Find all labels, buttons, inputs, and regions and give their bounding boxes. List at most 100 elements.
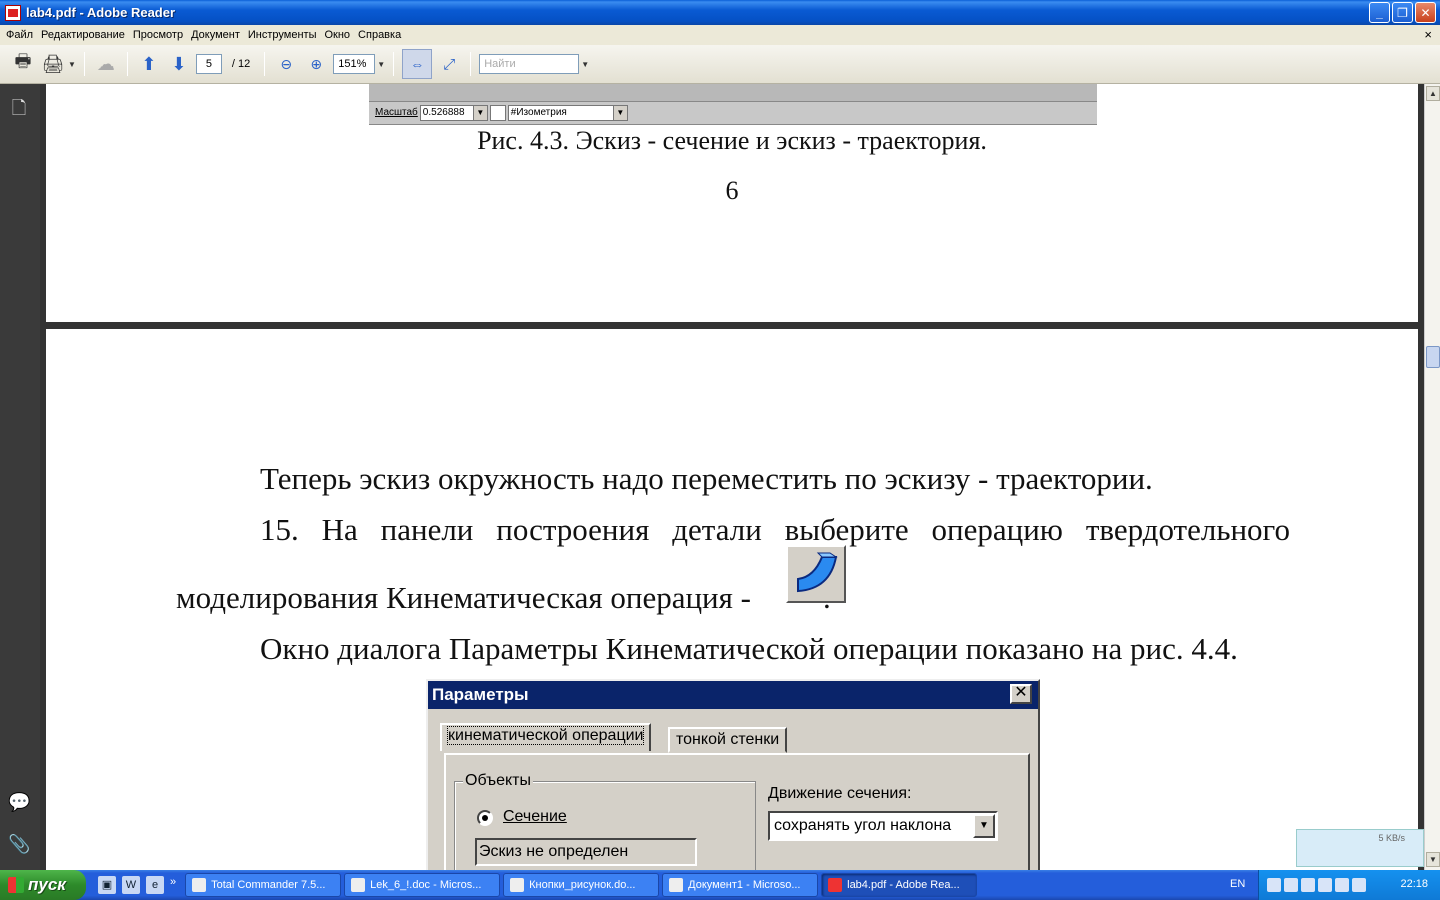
pdf-icon — [828, 878, 843, 892]
vertical-scrollbar[interactable]: ▲ ▼ — [1424, 84, 1440, 870]
chevron-down-icon: ▼ — [612, 105, 627, 120]
menu-window[interactable]: Окно — [322, 29, 356, 41]
task-word-lek[interactable]: Lek_6_!.doc - Micros... — [344, 873, 501, 897]
motion-label: Движение сечения: — [768, 785, 912, 802]
word: детали — [672, 512, 762, 547]
motion-combo: сохранять угол наклона ▼ — [768, 811, 998, 841]
word: твердотельного — [1085, 512, 1290, 547]
word: панели — [380, 512, 474, 547]
comments-icon[interactable]: 💬 — [8, 792, 30, 814]
task-word-knopki[interactable]: Кнопки_рисунок.do... — [503, 873, 660, 897]
word: 15. — [260, 512, 299, 547]
start-button[interactable]: пуск — [0, 870, 86, 900]
section-radio — [477, 810, 493, 826]
print-setup-icon[interactable]: 🖨 — [40, 51, 66, 77]
toolbar-separator — [83, 52, 85, 76]
antivirus-icon[interactable] — [1284, 878, 1298, 892]
fit-width-icon: ⇔ — [410, 56, 425, 72]
menu-document[interactable]: Документ — [189, 29, 246, 41]
fit-page-icon[interactable]: ⤢ — [436, 51, 462, 77]
dialog-title-text: Параметры — [432, 685, 529, 704]
pdf-page: Масштаб 0.526888 ▼ #Изометрия ▼ Рис. 4.3… — [46, 84, 1418, 322]
language-indicator[interactable]: EN — [1230, 878, 1245, 890]
zoom-dropdown-icon[interactable]: ▼ — [377, 60, 385, 69]
volume-icon[interactable] — [1318, 878, 1332, 892]
quick-launch-expand-icon[interactable]: » — [170, 876, 176, 894]
section-radio-label: Сечение — [503, 808, 567, 825]
scroll-thumb[interactable] — [1426, 346, 1440, 368]
network-speed: 5 KB/s — [1378, 833, 1405, 843]
menu-view[interactable]: Просмотр — [131, 29, 189, 41]
taskbar: пуск ▣ W e » Total Commander 7.5... Lek_… — [0, 870, 1440, 900]
toolbar: 🖶 🖨 ▼ ☁ ⬆ ⬇ 5 / 12 ⊖ ⊕ 151% ▼ ⇔ ⤢ Найти … — [0, 45, 1440, 84]
next-page-icon[interactable]: ⬇ — [166, 51, 192, 77]
print-icon[interactable]: 🖶 — [10, 51, 36, 77]
page-number-input[interactable]: 5 — [195, 54, 222, 74]
window-titlebar: lab4.pdf - Adobe Reader _ ❐ ✕ — [0, 0, 1440, 25]
figure-caption: Рис. 4.3. Эскиз - сечение и эскиз - трае… — [477, 126, 987, 155]
close-icon: ✕ — [1010, 684, 1032, 704]
view-combo: #Изометрия ▼ — [507, 104, 628, 121]
previous-page-icon[interactable]: ⬆ — [136, 51, 162, 77]
page-total: / 12 — [231, 58, 251, 70]
objects-group-label: Объекты — [463, 772, 533, 790]
total-commander-icon — [192, 878, 207, 892]
close-button[interactable]: ✕ — [1415, 2, 1436, 23]
menu-help[interactable]: Справка — [356, 29, 407, 41]
chevron-down-icon: ▼ — [472, 105, 487, 120]
zoom-in-icon[interactable]: ⊕ — [303, 51, 329, 77]
paragraph-text: моделирования Кинематическая операция - — [176, 580, 751, 615]
task-word-document1[interactable]: Документ1 - Microso... — [662, 873, 819, 897]
word: выберите — [784, 512, 909, 547]
print-dropdown-icon[interactable]: ▼ — [68, 60, 76, 69]
paragraph: Теперь эскиз окружность надо переместить… — [260, 461, 1153, 496]
orientation-icon — [489, 104, 506, 121]
task-total-commander[interactable]: Total Commander 7.5... — [185, 873, 342, 897]
menu-tools[interactable]: Инструменты — [246, 29, 323, 41]
pdf-page: Теперь эскиз окружность надо переместить… — [46, 329, 1418, 870]
fit-width-button[interactable]: ⇔ — [402, 49, 433, 79]
internet-explorer-icon[interactable]: e — [146, 876, 164, 894]
scroll-up-icon[interactable]: ▲ — [1426, 86, 1440, 101]
menu-edit[interactable]: Редактирование — [39, 29, 131, 41]
toolbar-separator — [393, 52, 395, 76]
network-monitor-widget: 5 KB/s — [1296, 829, 1424, 867]
minimize-button[interactable]: _ — [1369, 2, 1390, 23]
tab-thin-wall: тонкой стенки — [668, 727, 788, 753]
scale-combo: 0.526888 ▼ — [419, 104, 488, 121]
maximize-button[interactable]: ❐ — [1392, 2, 1413, 23]
attachments-icon[interactable]: 📎 — [8, 834, 30, 856]
objects-group: Объекты Сечение Эскиз не определен — [454, 772, 756, 870]
menu-bar: Файл Редактирование Просмотр Документ Ин… — [0, 25, 1440, 45]
scale-label: Масштаб — [375, 107, 418, 118]
tray-app-icon[interactable] — [1301, 878, 1315, 892]
search-input[interactable]: Найти — [479, 54, 580, 74]
search-dropdown-icon[interactable]: ▼ — [581, 60, 589, 69]
tray-app-icon[interactable] — [1335, 878, 1349, 892]
document-close-button[interactable]: × — [1424, 27, 1432, 42]
zoom-input[interactable]: 151% — [333, 54, 376, 74]
dialog-title: Параметры ✕ — [428, 681, 1038, 709]
kinematic-operation-icon — [786, 545, 846, 603]
pages-icon[interactable]: 🗋 — [8, 96, 30, 118]
toolbar-separator — [126, 52, 128, 76]
chevron-down-icon: ▼ — [973, 814, 995, 838]
clock[interactable]: 22:18 — [1400, 878, 1428, 890]
zoom-out-icon[interactable]: ⊖ — [273, 51, 299, 77]
word: операцию — [931, 512, 1063, 547]
network-icon[interactable] — [1267, 878, 1281, 892]
tray-app-icon[interactable] — [1352, 878, 1366, 892]
word-icon[interactable]: W — [122, 876, 140, 894]
menu-file[interactable]: Файл — [4, 29, 39, 41]
document-view[interactable]: Масштаб 0.526888 ▼ #Изометрия ▼ Рис. 4.3… — [40, 84, 1424, 870]
show-desktop-icon[interactable]: ▣ — [98, 876, 116, 894]
tab-kinematic-label: кинематической операции — [446, 726, 645, 745]
parameters-dialog-image: Параметры ✕ кинематической операции тонк… — [426, 679, 1040, 870]
scroll-down-icon[interactable]: ▼ — [1426, 852, 1440, 867]
toolbar-separator — [264, 52, 266, 76]
task-adobe-reader[interactable]: lab4.pdf - Adobe Rea... — [821, 873, 978, 897]
collaborate-icon[interactable]: ☁ — [93, 51, 119, 77]
word: построения — [496, 512, 650, 547]
windows-logo-icon — [8, 877, 24, 893]
tab-kinematic: кинематической операции — [440, 723, 652, 751]
